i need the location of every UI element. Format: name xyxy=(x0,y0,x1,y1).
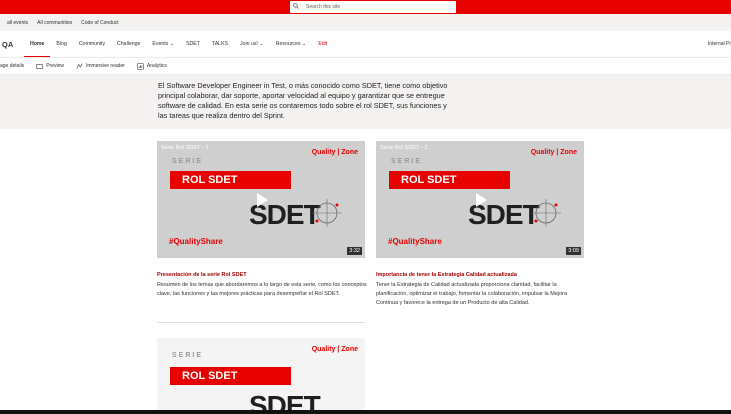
analytics-icon xyxy=(137,62,144,70)
nav-community[interactable]: Community xyxy=(73,31,111,57)
analytics-label: Analytics xyxy=(146,63,167,69)
preview-button[interactable]: Preview xyxy=(36,63,64,70)
quality-zone-logo: Quality | Zone xyxy=(530,149,577,156)
video-title: Serie Rol SDET - 2 xyxy=(380,145,428,151)
site-navigation: Home Blog Community Challenge Events ⌄ S… xyxy=(24,31,333,57)
video-card-1[interactable]: Serie Rol SDET - 1 Quality | Zone SERIE … xyxy=(157,141,365,258)
nav-talks[interactable]: TALKS xyxy=(206,31,234,57)
serie-label: SERIE xyxy=(391,158,423,165)
page-details-button[interactable]: age details xyxy=(0,63,24,69)
immersive-reader-icon xyxy=(76,63,83,69)
site-header: QA Home Blog Community Challenge Events … xyxy=(0,31,731,58)
nav-events-label: Events xyxy=(152,41,169,47)
page-details-label: age details xyxy=(0,63,25,69)
chevron-down-icon: ⌄ xyxy=(169,41,175,47)
intro-section: El Software Developer Engineer in Test, … xyxy=(0,75,731,129)
circuit-graphic-icon xyxy=(312,199,342,227)
hashtag-label: #QualityShare xyxy=(169,237,223,246)
nav-home[interactable]: Home xyxy=(24,31,51,57)
card-title-2[interactable]: Importancia de tener la Estrategia Calid… xyxy=(376,272,517,278)
preview-label: Preview xyxy=(46,63,64,69)
immersive-reader-button[interactable]: Immersive reader xyxy=(76,63,125,70)
rol-sdet-banner: ROL SDET xyxy=(170,367,291,385)
site-name[interactable]: QA xyxy=(0,40,24,49)
preview-icon xyxy=(36,63,43,69)
rol-sdet-banner: ROL SDET xyxy=(170,171,291,189)
card-description-2: Tener la Estrategia de Calidad actualiza… xyxy=(376,282,568,306)
play-icon[interactable] xyxy=(471,191,489,209)
nav-challenge[interactable]: Challenge xyxy=(111,31,146,57)
nav-edit[interactable]: Edit xyxy=(312,31,333,57)
bottom-edge xyxy=(0,410,731,414)
intro-text: El Software Developer Engineer in Test, … xyxy=(158,81,448,120)
video-card-2[interactable]: Serie Rol SDET - 2 Quality | Zone SERIE … xyxy=(376,141,584,258)
search-icon xyxy=(293,3,299,9)
nav-sdet[interactable]: SDET xyxy=(180,31,206,57)
nav-resources-label: Resources xyxy=(275,41,301,47)
divider xyxy=(157,322,365,323)
serie-label: SERIE xyxy=(172,158,204,165)
video-duration: 3:32 xyxy=(347,247,362,255)
card-description-1: Resumen de los temas que abordaremos a l… xyxy=(157,282,367,297)
analytics-button[interactable]: Analytics xyxy=(137,62,167,70)
nav-resources[interactable]: Resources ⌄ xyxy=(270,31,313,57)
nav-blog[interactable]: Blog xyxy=(50,31,72,57)
immersive-reader-label: Immersive reader xyxy=(85,63,125,69)
search-box[interactable]: Search this site xyxy=(290,1,456,13)
quality-zone-logo: Quality | Zone xyxy=(311,346,358,353)
top-suite-bar: Search this site xyxy=(0,0,731,14)
global-links-bar: all events All communities Code of Condu… xyxy=(0,14,731,31)
card-title-1[interactable]: Presentación de la serie Rol SDET xyxy=(157,272,247,278)
circuit-graphic-icon xyxy=(531,199,561,227)
hashtag-label: #QualityShare xyxy=(388,237,442,246)
chevron-down-icon: ⌄ xyxy=(259,41,264,47)
search-placeholder: Search this site xyxy=(306,4,341,10)
quality-zone-logo: Quality | Zone xyxy=(311,149,358,156)
video-title: Serie Rol SDET - 1 xyxy=(161,145,209,151)
nav-join-us-label: Join us! xyxy=(240,41,258,47)
site-privacy-label: Internal Pr xyxy=(707,41,731,47)
nav-join-us[interactable]: Join us! ⌄ xyxy=(234,31,270,57)
link-all-events[interactable]: all events xyxy=(7,20,28,26)
link-code-of-conduct[interactable]: Code of Conduct xyxy=(81,20,119,26)
link-all-communities[interactable]: All communities xyxy=(37,20,72,26)
serie-label: SERIE xyxy=(172,352,204,359)
video-card-3[interactable]: Quality | Zone SERIE ROL SDET SDET xyxy=(157,338,365,414)
video-duration: 3:09 xyxy=(566,247,581,255)
play-icon[interactable] xyxy=(252,191,270,209)
chevron-down-icon: ⌄ xyxy=(301,41,307,47)
rol-sdet-banner: ROL SDET xyxy=(389,171,510,189)
command-bar: age details Preview Immersive reader Ana… xyxy=(0,58,731,75)
nav-events[interactable]: Events ⌄ xyxy=(146,31,180,57)
